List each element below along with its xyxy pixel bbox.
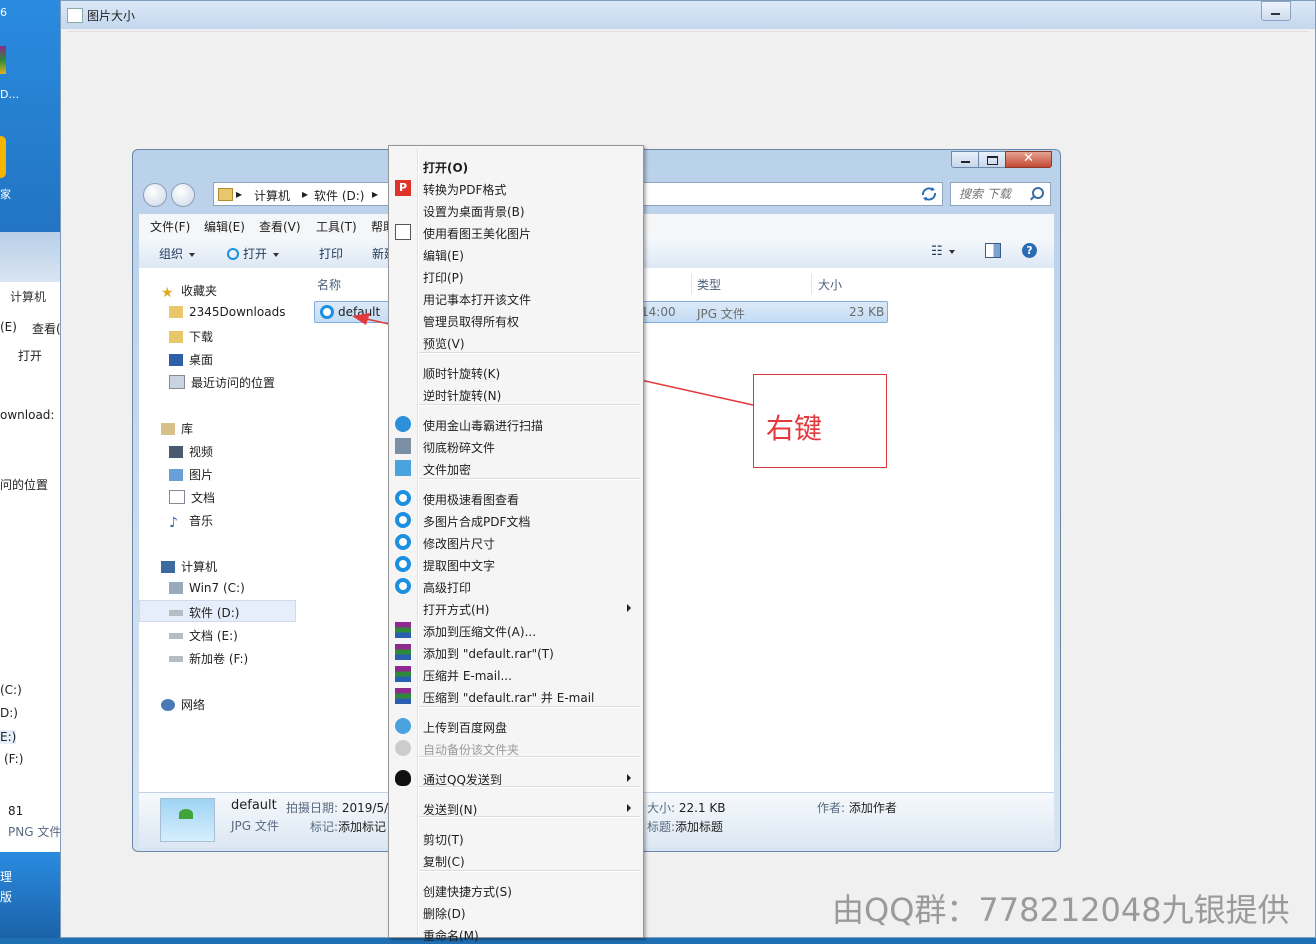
context-menu-item[interactable]: 文件加密: [423, 461, 471, 478]
qq-penguin-icon: [395, 770, 411, 786]
context-menu-item[interactable]: 打印(P): [423, 269, 464, 286]
context-menu-item[interactable]: 预览(V): [423, 335, 465, 352]
winrar-icon: [395, 622, 411, 638]
context-menu-item[interactable]: 高级打印: [423, 579, 471, 596]
context-menu-item[interactable]: 剪切(T): [423, 831, 464, 848]
menu-separator: [419, 756, 640, 758]
context-menu-item[interactable]: 压缩到 "default.rar" 并 E-mail: [423, 689, 594, 706]
context-menu-item[interactable]: 复制(C): [423, 853, 465, 870]
menu-item-icon: [395, 438, 411, 454]
context-menu-item[interactable]: 打开(O): [423, 159, 468, 176]
context-menu-item[interactable]: 使用看图王美化图片: [423, 225, 531, 242]
context-menu-item[interactable]: 多图片合成PDF文档: [423, 513, 530, 530]
menu-item-icon: [395, 416, 411, 432]
context-menu-item[interactable]: 打开方式(H): [423, 601, 489, 618]
menu-item-icon: [395, 460, 411, 476]
submenu-arrow-icon: [627, 774, 631, 782]
context-menu-item[interactable]: 使用金山毒霸进行扫描: [423, 417, 543, 434]
viewer-app-icon: [395, 534, 411, 550]
viewer-app-icon: [395, 556, 411, 572]
context-menu-item[interactable]: 彻底粉碎文件: [423, 439, 495, 456]
context-menu-item[interactable]: 上传到百度网盘: [423, 719, 507, 736]
context-menu-item[interactable]: 编辑(E): [423, 247, 464, 264]
context-menu-item[interactable]: 压缩并 E-mail...: [423, 667, 512, 684]
context-menu-item[interactable]: 管理员取得所有权: [423, 313, 519, 330]
context-menu-item[interactable]: 添加到 "default.rar"(T): [423, 645, 554, 662]
submenu-arrow-icon: [627, 604, 631, 612]
menu-separator: [419, 706, 640, 708]
winrar-icon: [395, 644, 411, 660]
menu-item-icon: [395, 718, 411, 734]
menu-separator: [419, 404, 640, 406]
watermark-text: 由QQ群：778212048九银提供: [832, 891, 1290, 929]
menu-item-icon: [395, 740, 411, 756]
context-menu: 打开(O) 转换为PDF格式 P 设置为桌面背景(B) 使用看图王美化图片 编辑(E) 打印…: [388, 145, 644, 943]
menu-item-icon: [395, 224, 411, 240]
context-menu-item[interactable]: 顺时针旋转(K): [423, 365, 500, 382]
context-menu-item[interactable]: 添加到压缩文件(A)...: [423, 623, 536, 640]
viewer-app-icon: [395, 578, 411, 594]
menu-separator: [419, 816, 640, 818]
context-menu-item[interactable]: 提取图中文字: [423, 557, 495, 574]
context-menu-item[interactable]: 用记事本打开该文件: [423, 291, 531, 308]
menu-separator: [419, 786, 640, 788]
annotation-box: 右键: [753, 374, 887, 468]
context-menu-item[interactable]: 使用极速看图查看: [423, 491, 519, 508]
context-menu-item[interactable]: 创建快捷方式(S): [423, 883, 512, 900]
annotation-label: 右键: [766, 412, 823, 445]
viewer-app-icon: [395, 512, 411, 528]
context-menu-item[interactable]: 设置为桌面背景(B): [423, 203, 525, 220]
annotation-arrow: [352, 313, 754, 406]
context-menu-item[interactable]: 修改图片尺寸: [423, 535, 495, 552]
winrar-icon: [395, 666, 411, 682]
context-menu-item[interactable]: 逆时针旋转(N): [423, 387, 501, 404]
menu-item-icon: P: [395, 180, 411, 196]
menu-separator: [419, 478, 640, 480]
context-menu-item[interactable]: 转换为PDF格式: [423, 181, 506, 198]
viewer-app-icon: [395, 490, 411, 506]
context-menu-item[interactable]: 删除(D): [423, 905, 466, 922]
menu-separator: [419, 352, 640, 354]
winrar-icon: [395, 688, 411, 704]
submenu-arrow-icon: [627, 804, 631, 812]
menu-separator: [419, 870, 640, 872]
context-menu-item[interactable]: 重命名(M): [423, 927, 479, 944]
